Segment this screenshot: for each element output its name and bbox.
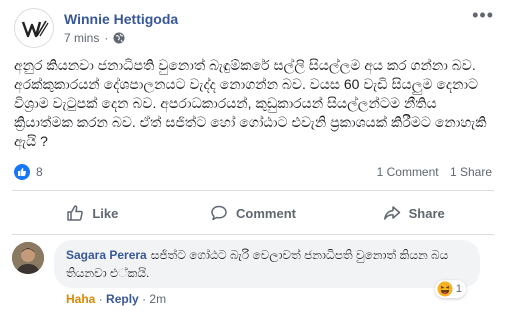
share-button[interactable]: Share (333, 196, 494, 230)
globe-icon (113, 32, 125, 44)
comment-time[interactable]: 2m (149, 292, 166, 306)
action-separator: · (98, 292, 103, 306)
post-text: අනුර කියනවා ජනාධිපති වුනොත් බැඳුම්කරේ සල… (14, 57, 487, 149)
share-count[interactable]: 1 Share (450, 165, 492, 179)
comment-reaction-count: 1 (455, 283, 462, 295)
reaction-count[interactable]: 8 (36, 165, 43, 179)
person-photo-icon (12, 242, 44, 274)
more-options-icon[interactable]: ••• (472, 6, 494, 24)
haha-icon (437, 281, 453, 297)
comment-actions: Haha · Reply · 2m (66, 292, 166, 306)
comment-label: Comment (236, 205, 296, 221)
comment-haha-button[interactable]: Haha (66, 292, 95, 306)
divider (12, 234, 494, 235)
comment-bubble: Sagara Perera සජිත්ට ගෝඨට බැරි වෙලාවත් ජන… (54, 240, 480, 288)
comment-count[interactable]: 1 Comment (377, 165, 439, 179)
post-stats: 8 1 Comment 1 Share (14, 162, 492, 182)
post-actions: Like Comment Share (12, 196, 494, 230)
share-icon (383, 206, 400, 220)
comment-reply-button[interactable]: Reply (106, 292, 139, 306)
engagement-counts: 1 Comment 1 Share (369, 165, 492, 179)
like-badge-icon[interactable] (14, 164, 30, 180)
commenter-name[interactable]: Sagara Perera (66, 248, 147, 262)
post-time[interactable]: 7 mins (64, 31, 99, 45)
post-author[interactable]: Winnie Hettigoda (64, 11, 178, 27)
post-meta: 7 mins · (64, 31, 125, 45)
share-label: Share (408, 205, 445, 221)
like-label: Like (92, 205, 119, 221)
post-header: Winnie Hettigoda 7 mins · ••• (14, 6, 494, 48)
page-avatar[interactable] (14, 8, 54, 48)
like-button[interactable]: Like (12, 196, 173, 230)
like-icon (67, 205, 84, 221)
divider (12, 190, 494, 191)
comment-icon (211, 205, 227, 221)
action-separator: · (142, 292, 147, 306)
logo-icon (16, 10, 53, 47)
meta-separator: · (104, 31, 109, 45)
commenter-avatar[interactable] (12, 242, 44, 274)
post-card: Winnie Hettigoda 7 mins · ••• අනුර කියනව… (0, 0, 506, 318)
comment-reaction-summary[interactable]: 1 (434, 280, 466, 298)
comment-button[interactable]: Comment (173, 196, 334, 230)
